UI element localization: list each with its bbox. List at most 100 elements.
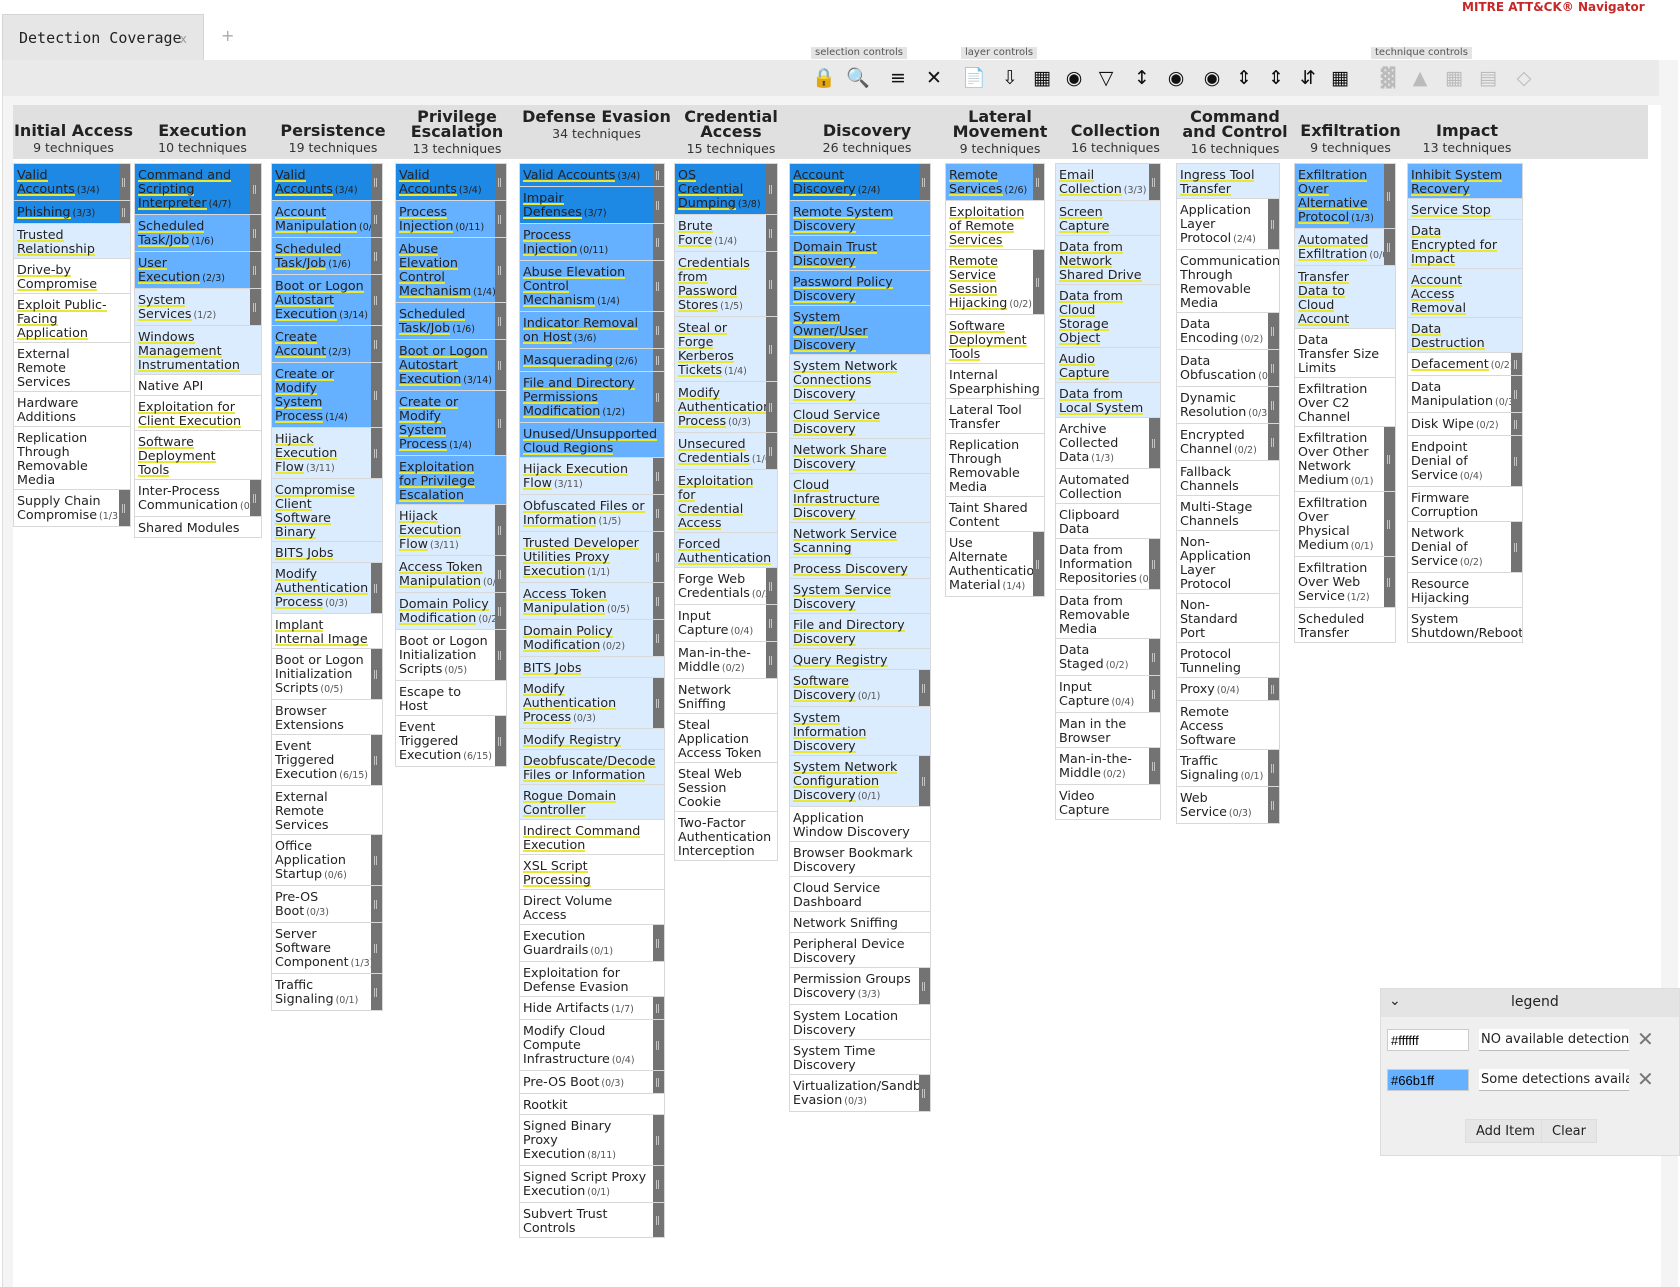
expand-subtechniques-handle[interactable] bbox=[495, 201, 506, 237]
technique-cell[interactable]: BITS Jobs bbox=[519, 656, 665, 677]
technique-cell[interactable]: Internal Spearphishing bbox=[945, 363, 1045, 398]
expand-subtechniques-handle[interactable] bbox=[1268, 313, 1279, 349]
expand-subtechniques-handle[interactable] bbox=[653, 1020, 664, 1070]
technique-cell[interactable]: Exploit Public-Facing Application bbox=[13, 293, 131, 342]
technique-cell[interactable]: System Network Configuration Discovery (0… bbox=[789, 755, 931, 806]
expand-subtechniques-handle[interactable] bbox=[1033, 250, 1044, 314]
expand-subtechniques-handle[interactable] bbox=[250, 289, 261, 325]
tactic-header[interactable]: Lateral Movement 9 techniques bbox=[945, 105, 1055, 157]
technique-cell[interactable]: Data from Cloud Storage Object bbox=[1055, 284, 1161, 347]
technique-cell[interactable]: Exploitation for Client Execution bbox=[134, 395, 262, 430]
technique-cell[interactable]: System Shutdown/Reboot bbox=[1407, 607, 1523, 643]
technique-cell[interactable]: Input Capture (0/4) bbox=[1055, 675, 1161, 712]
technique-cell[interactable]: Domain Policy Modification (0/2) bbox=[519, 619, 665, 656]
technique-cell[interactable]: Data Manipulation (0/3) bbox=[1407, 375, 1523, 412]
technique-cell[interactable]: Defacement (0/2) bbox=[1407, 352, 1523, 375]
expand-subtechniques-handle[interactable] bbox=[495, 303, 506, 339]
technique-cell[interactable]: System Network Connections Discovery bbox=[789, 354, 931, 403]
technique-cell[interactable]: Clipboard Data bbox=[1055, 503, 1161, 538]
expand-subtechniques-handle[interactable] bbox=[495, 630, 506, 680]
expand-subtechniques-handle[interactable] bbox=[371, 201, 382, 237]
technique-cell[interactable]: Traffic Signaling (0/1) bbox=[1176, 749, 1280, 786]
technique-cell[interactable]: Access Token Manipulation(0/5) bbox=[519, 582, 665, 619]
technique-cell[interactable]: Web Service (0/3) bbox=[1176, 786, 1280, 824]
layer-info-icon[interactable]: 📄 bbox=[961, 66, 987, 90]
technique-cell[interactable]: Data Transfer Size Limits bbox=[1294, 328, 1396, 377]
tactic-header[interactable]: Privilege Escalation 13 techniques bbox=[395, 105, 519, 157]
expand-subtechniques-handle[interactable] bbox=[495, 391, 506, 455]
technique-cell[interactable]: Hijack Execution Flow (3/11) bbox=[395, 504, 507, 555]
technique-cell[interactable]: Modify Authentication Process (0/3) bbox=[271, 562, 383, 613]
expand-subtechniques-handle[interactable] bbox=[371, 164, 382, 200]
technique-cell[interactable]: Remote System Discovery bbox=[789, 200, 931, 235]
tactic-header[interactable]: Impact 13 techniques bbox=[1407, 105, 1527, 156]
technique-cell[interactable]: Proxy (0/4) bbox=[1176, 677, 1280, 700]
technique-cell[interactable]: Exploitation for Privilege Escalation bbox=[395, 455, 507, 504]
technique-cell[interactable]: Obfuscated Files or Information (1/5) bbox=[519, 494, 665, 531]
technique-cell[interactable]: Escape to Host bbox=[395, 680, 507, 715]
technique-cell[interactable]: Endpoint Denial of Service (0/4) bbox=[1407, 435, 1523, 486]
expand-subtechniques-handle[interactable] bbox=[371, 238, 382, 274]
technique-cell[interactable]: Non-Standard Port bbox=[1176, 593, 1280, 642]
expand-subtechniques-handle[interactable] bbox=[1149, 418, 1160, 468]
technique-cell[interactable]: Virtualization/Sandbox Evasion (0/3) bbox=[789, 1074, 931, 1112]
technique-cell[interactable]: Boot or Logon Autostart Execution (3/14) bbox=[395, 339, 507, 390]
technique-cell[interactable]: Encrypted Channel (0/2) bbox=[1176, 423, 1280, 460]
technique-cell[interactable]: Service Stop bbox=[1407, 198, 1523, 219]
filter-icon[interactable]: ▽ bbox=[1093, 66, 1119, 90]
tactic-header[interactable]: Initial Access 9 techniques bbox=[13, 105, 134, 156]
technique-cell[interactable]: Pre-OS Boot (0/3) bbox=[271, 885, 383, 922]
expand-subtechniques-handle[interactable] bbox=[371, 275, 382, 325]
technique-cell[interactable]: Exfiltration Over Physical Medium (0/1) bbox=[1294, 491, 1396, 556]
expand-subtechniques-handle[interactable] bbox=[250, 252, 261, 288]
technique-cell[interactable]: Dynamic Resolution (0/3) bbox=[1176, 386, 1280, 423]
expand-subtechniques-handle[interactable] bbox=[1511, 413, 1522, 435]
technique-cell[interactable]: Valid Accounts (3/4) bbox=[395, 163, 507, 200]
technique-cell[interactable]: Modify Authentication Process (0/3) bbox=[519, 677, 665, 728]
technique-cell[interactable]: Compromise Client Software Binary bbox=[271, 478, 383, 541]
expand-subtechniques-handle[interactable] bbox=[495, 238, 506, 302]
expand-subtechniques-handle[interactable] bbox=[1149, 539, 1160, 589]
technique-cell[interactable]: Server Software Component (1/3) bbox=[271, 922, 383, 973]
technique-cell[interactable]: Unused/Unsupported Cloud Regions bbox=[519, 422, 665, 457]
technique-cell[interactable]: Cloud Service Dashboard bbox=[789, 876, 931, 911]
expand-subtechniques-handle[interactable] bbox=[371, 428, 382, 478]
technique-cell[interactable]: User Execution (2/3) bbox=[134, 251, 262, 288]
technique-cell[interactable]: Modify Authentication Process (0/3) bbox=[674, 381, 778, 432]
technique-cell[interactable]: Non-Application Layer Protocol bbox=[1176, 530, 1280, 593]
technique-cell[interactable]: External Remote Services bbox=[271, 785, 383, 834]
expand-icon[interactable]: ⇕ bbox=[1231, 66, 1257, 90]
technique-cell[interactable]: Man-in-the-Middle (0/2) bbox=[674, 641, 778, 678]
expand-subtechniques-handle[interactable] bbox=[250, 215, 261, 251]
technique-cell[interactable]: Exfiltration Over Alternative Protocol (1… bbox=[1294, 163, 1396, 228]
technique-cell[interactable]: Data from Removable Media bbox=[1055, 589, 1161, 638]
tactic-header[interactable]: Command and Control 16 techniques bbox=[1176, 105, 1294, 157]
technique-cell[interactable]: Network Sniffing bbox=[674, 678, 778, 713]
technique-cell[interactable]: Event Triggered Execution (6/15) bbox=[395, 715, 507, 767]
technique-cell[interactable]: Abuse Elevation Control Mechanism (1/4) bbox=[395, 237, 507, 302]
technique-cell[interactable]: Process Discovery bbox=[789, 557, 931, 578]
technique-cell[interactable]: Scheduled Task/Job (1/6) bbox=[395, 302, 507, 339]
technique-cell[interactable]: Multi-Stage Channels bbox=[1176, 495, 1280, 530]
expand-subtechniques-handle[interactable] bbox=[1384, 427, 1395, 491]
technique-cell[interactable]: Steal or Forge Kerberos Tickets (1/4) bbox=[674, 316, 778, 381]
expand-subtechniques-handle[interactable] bbox=[766, 317, 777, 381]
expand-subtechniques-handle[interactable] bbox=[653, 495, 664, 531]
technique-cell[interactable]: Rootkit bbox=[519, 1093, 665, 1114]
technique-cell[interactable]: Hijack Execution Flow (3/11) bbox=[271, 427, 383, 478]
technique-cell[interactable]: Scheduled Task/Job (1/6) bbox=[271, 237, 383, 274]
show-hide-icon[interactable]: ◉ bbox=[1199, 66, 1225, 90]
technique-cell[interactable]: Archive Collected Data (1/3) bbox=[1055, 417, 1161, 468]
expand-subtechniques-handle[interactable] bbox=[250, 480, 261, 516]
sort-icon[interactable]: ↕ bbox=[1129, 66, 1155, 90]
expand-subtechniques-handle[interactable] bbox=[371, 886, 382, 922]
tactic-header[interactable]: Discovery 26 techniques bbox=[789, 105, 945, 156]
technique-cell[interactable]: Cloud Infrastructure Discovery bbox=[789, 473, 931, 522]
expand-subtechniques-handle[interactable] bbox=[1268, 787, 1279, 823]
technique-cell[interactable]: Software Deployment Tools bbox=[945, 314, 1045, 363]
technique-cell[interactable]: Indicator Removal on Host (3/6) bbox=[519, 311, 665, 348]
clear-legend-button[interactable]: Clear bbox=[1541, 1119, 1597, 1143]
technique-cell[interactable]: Abuse Elevation Control Mechanism (1/4) bbox=[519, 260, 665, 311]
technique-cell[interactable]: Exploitation for Credential Access bbox=[674, 469, 778, 532]
technique-cell[interactable]: Lateral Tool Transfer bbox=[945, 398, 1045, 433]
